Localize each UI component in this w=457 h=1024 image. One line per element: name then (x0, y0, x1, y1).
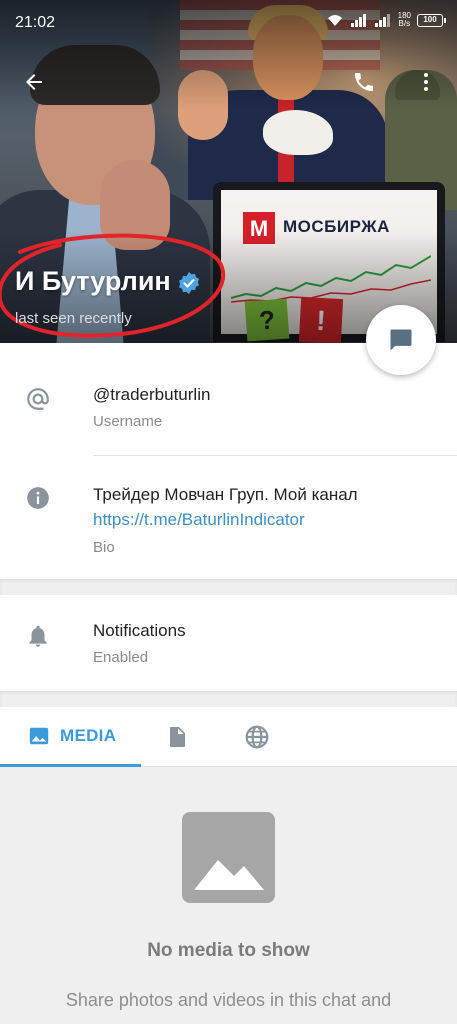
info-icon (24, 484, 52, 512)
notifications-status: Enabled (93, 649, 149, 666)
username-value: @traderbuturlin (93, 385, 211, 404)
arrow-left-icon (26, 74, 42, 90)
more-vertical-icon (424, 73, 428, 91)
profile-info-section: @traderbuturlin Username Трейдер Мовчан … (0, 343, 457, 579)
message-icon (390, 329, 412, 351)
bio-row[interactable]: Трейдер Мовчан Груп. Мой канал https://t… (0, 455, 457, 579)
row-divider (93, 455, 457, 456)
empty-state-subtitle: Share photos and videos in this chat and (65, 990, 392, 1010)
tab-files[interactable] (165, 707, 195, 767)
profile-header: МОСБИРЖА ? ! 21:02 (0, 0, 457, 343)
username-label: Username (93, 413, 163, 430)
bio-label: Bio (93, 539, 115, 556)
bell-icon (24, 622, 52, 650)
at-icon (24, 385, 52, 413)
image-icon (29, 727, 49, 744)
globe-icon (245, 725, 269, 749)
back-button[interactable] (14, 62, 54, 102)
file-icon (170, 727, 185, 747)
shared-media-tabs: MEDIA (0, 707, 457, 767)
profile-screen: МОСБИРЖА ? ! 21:02 (0, 0, 457, 1024)
tab-media[interactable]: MEDIA (0, 707, 141, 767)
tab-links[interactable] (244, 707, 274, 767)
bio-link[interactable]: https://t.me/BaturlinIndicator (93, 510, 305, 530)
call-button[interactable] (344, 62, 384, 102)
send-message-button[interactable] (366, 305, 436, 375)
last-seen-status: last seen recently (15, 310, 132, 327)
more-button[interactable] (406, 62, 446, 102)
signal-icon-2 (374, 14, 390, 27)
phone-icon (355, 73, 373, 91)
no-media-image-icon (182, 812, 275, 903)
notifications-title: Notifications (93, 621, 186, 640)
notifications-row[interactable]: Notifications Enabled (0, 595, 457, 691)
net-speed: 180 B/s (397, 11, 411, 28)
bio-text: Трейдер Мовчан Груп. Мой канал (93, 485, 358, 504)
signal-icon (350, 14, 366, 27)
verified-badge-icon (178, 271, 199, 294)
wifi-icon (327, 15, 342, 26)
empty-media-state: No media to show Share photos and videos… (0, 768, 457, 1024)
profile-name: И Бутурлин (15, 266, 201, 297)
battery-icon: 100 (417, 13, 446, 27)
status-time: 21:02 (15, 14, 56, 31)
tab-media-label: MEDIA (60, 725, 117, 745)
status-icons: 180 B/s 100 (326, 11, 446, 28)
empty-state-title: No media to show (147, 940, 310, 961)
